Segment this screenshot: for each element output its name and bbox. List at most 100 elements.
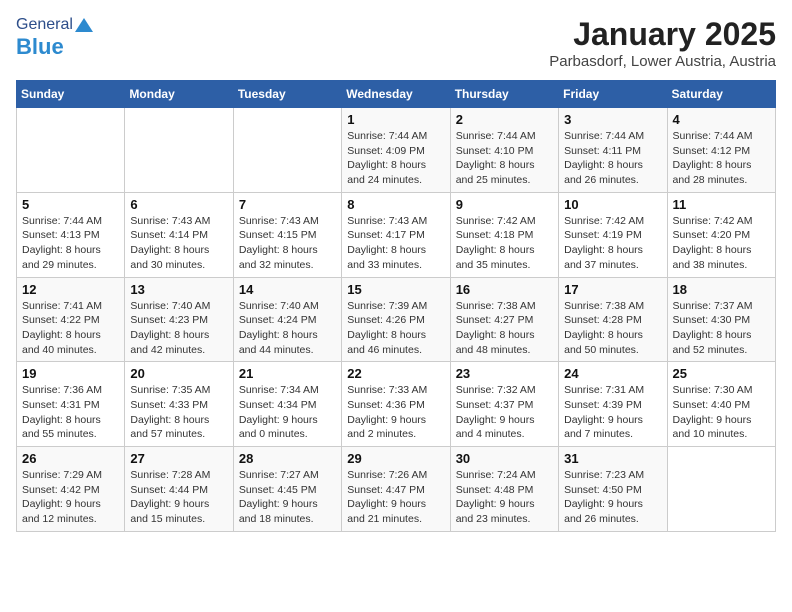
day-number: 30 bbox=[456, 451, 553, 466]
calendar-day-cell: 22 Sunrise: 7:33 AM Sunset: 4:36 PM Dayli… bbox=[342, 362, 450, 447]
day-of-week-header: Saturday bbox=[667, 81, 775, 108]
logo-general-text: General bbox=[16, 16, 73, 34]
calendar-day-cell bbox=[667, 447, 775, 532]
calendar-day-cell: 20 Sunrise: 7:35 AM Sunset: 4:33 PM Dayli… bbox=[125, 362, 233, 447]
calendar-day-cell: 25 Sunrise: 7:30 AM Sunset: 4:40 PM Dayli… bbox=[667, 362, 775, 447]
day-number: 14 bbox=[239, 282, 336, 297]
calendar-day-cell: 26 Sunrise: 7:29 AM Sunset: 4:42 PM Dayli… bbox=[17, 447, 125, 532]
calendar-day-cell: 24 Sunrise: 7:31 AM Sunset: 4:39 PM Dayli… bbox=[559, 362, 667, 447]
day-number: 17 bbox=[564, 282, 661, 297]
day-info: Sunrise: 7:43 AM Sunset: 4:14 PM Dayligh… bbox=[130, 214, 227, 273]
day-info: Sunrise: 7:42 AM Sunset: 4:20 PM Dayligh… bbox=[673, 214, 770, 273]
calendar-day-cell: 7 Sunrise: 7:43 AM Sunset: 4:15 PM Daylig… bbox=[233, 192, 341, 277]
day-info: Sunrise: 7:35 AM Sunset: 4:33 PM Dayligh… bbox=[130, 383, 227, 442]
day-number: 8 bbox=[347, 197, 444, 212]
day-info: Sunrise: 7:27 AM Sunset: 4:45 PM Dayligh… bbox=[239, 468, 336, 527]
day-number: 27 bbox=[130, 451, 227, 466]
day-number: 13 bbox=[130, 282, 227, 297]
day-info: Sunrise: 7:38 AM Sunset: 4:27 PM Dayligh… bbox=[456, 299, 553, 358]
calendar-day-cell: 29 Sunrise: 7:26 AM Sunset: 4:47 PM Dayli… bbox=[342, 447, 450, 532]
page-title: January 2025 bbox=[549, 16, 776, 53]
day-number: 3 bbox=[564, 112, 661, 127]
day-number: 1 bbox=[347, 112, 444, 127]
day-number: 11 bbox=[673, 197, 770, 212]
day-info: Sunrise: 7:23 AM Sunset: 4:50 PM Dayligh… bbox=[564, 468, 661, 527]
day-info: Sunrise: 7:29 AM Sunset: 4:42 PM Dayligh… bbox=[22, 468, 119, 527]
day-of-week-header: Tuesday bbox=[233, 81, 341, 108]
day-info: Sunrise: 7:37 AM Sunset: 4:30 PM Dayligh… bbox=[673, 299, 770, 358]
calendar-day-cell: 19Sunrise: 7:36 AM Sunset: 4:31 PM Dayli… bbox=[17, 362, 125, 447]
day-number: 21 bbox=[239, 366, 336, 381]
day-number: 12 bbox=[22, 282, 119, 297]
calendar-day-cell: 31 Sunrise: 7:23 AM Sunset: 4:50 PM Dayli… bbox=[559, 447, 667, 532]
day-info: Sunrise: 7:44 AM Sunset: 4:13 PM Dayligh… bbox=[22, 214, 119, 273]
day-info: Sunrise: 7:26 AM Sunset: 4:47 PM Dayligh… bbox=[347, 468, 444, 527]
logo: General Blue bbox=[16, 16, 93, 60]
day-of-week-header: Thursday bbox=[450, 81, 558, 108]
day-info: Sunrise: 7:33 AM Sunset: 4:36 PM Dayligh… bbox=[347, 383, 444, 442]
day-number: 29 bbox=[347, 451, 444, 466]
day-number: 9 bbox=[456, 197, 553, 212]
day-number: 5 bbox=[22, 197, 119, 212]
calendar-day-cell: 18 Sunrise: 7:37 AM Sunset: 4:30 PM Dayli… bbox=[667, 277, 775, 362]
day-number: 22 bbox=[347, 366, 444, 381]
day-info: Sunrise: 7:32 AM Sunset: 4:37 PM Dayligh… bbox=[456, 383, 553, 442]
calendar-day-cell: 17 Sunrise: 7:38 AM Sunset: 4:28 PM Dayli… bbox=[559, 277, 667, 362]
calendar-day-cell: 9 Sunrise: 7:42 AM Sunset: 4:18 PM Daylig… bbox=[450, 192, 558, 277]
day-number: 24 bbox=[564, 366, 661, 381]
day-info: Sunrise: 7:44 AM Sunset: 4:11 PM Dayligh… bbox=[564, 129, 661, 188]
day-number: 4 bbox=[673, 112, 770, 127]
day-info: Sunrise: 7:41 AM Sunset: 4:22 PM Dayligh… bbox=[22, 299, 119, 358]
day-of-week-header: Monday bbox=[125, 81, 233, 108]
day-info: Sunrise: 7:38 AM Sunset: 4:28 PM Dayligh… bbox=[564, 299, 661, 358]
day-number: 10 bbox=[564, 197, 661, 212]
calendar-day-cell: 23 Sunrise: 7:32 AM Sunset: 4:37 PM Dayli… bbox=[450, 362, 558, 447]
day-number: 15 bbox=[347, 282, 444, 297]
calendar-day-cell: 28 Sunrise: 7:27 AM Sunset: 4:45 PM Dayli… bbox=[233, 447, 341, 532]
day-info: Sunrise: 7:44 AM Sunset: 4:12 PM Dayligh… bbox=[673, 129, 770, 188]
calendar-table: SundayMondayTuesdayWednesdayThursdayFrid… bbox=[16, 80, 776, 532]
calendar-week-row: 5 Sunrise: 7:44 AM Sunset: 4:13 PM Daylig… bbox=[17, 192, 776, 277]
calendar-week-row: 26 Sunrise: 7:29 AM Sunset: 4:42 PM Dayli… bbox=[17, 447, 776, 532]
day-number: 2 bbox=[456, 112, 553, 127]
calendar-header-row: SundayMondayTuesdayWednesdayThursdayFrid… bbox=[17, 81, 776, 108]
logo-blue-text: Blue bbox=[16, 34, 64, 60]
day-info: Sunrise: 7:42 AM Sunset: 4:18 PM Dayligh… bbox=[456, 214, 553, 273]
day-info: Sunrise: 7:28 AM Sunset: 4:44 PM Dayligh… bbox=[130, 468, 227, 527]
logo-triangle-icon bbox=[75, 18, 93, 32]
day-info: Sunrise: 7:40 AM Sunset: 4:24 PM Dayligh… bbox=[239, 299, 336, 358]
day-number: 16 bbox=[456, 282, 553, 297]
calendar-week-row: 12 Sunrise: 7:41 AM Sunset: 4:22 PM Dayli… bbox=[17, 277, 776, 362]
calendar-day-cell: 13 Sunrise: 7:40 AM Sunset: 4:23 PM Dayli… bbox=[125, 277, 233, 362]
calendar-day-cell: 4 Sunrise: 7:44 AM Sunset: 4:12 PM Daylig… bbox=[667, 108, 775, 193]
day-info: Sunrise: 7:24 AM Sunset: 4:48 PM Dayligh… bbox=[456, 468, 553, 527]
day-number: 7 bbox=[239, 197, 336, 212]
day-number: 18 bbox=[673, 282, 770, 297]
calendar-day-cell: 10Sunrise: 7:42 AM Sunset: 4:19 PM Dayli… bbox=[559, 192, 667, 277]
day-info: Sunrise: 7:40 AM Sunset: 4:23 PM Dayligh… bbox=[130, 299, 227, 358]
day-number: 23 bbox=[456, 366, 553, 381]
calendar-day-cell: 11 Sunrise: 7:42 AM Sunset: 4:20 PM Dayli… bbox=[667, 192, 775, 277]
day-info: Sunrise: 7:31 AM Sunset: 4:39 PM Dayligh… bbox=[564, 383, 661, 442]
day-number: 6 bbox=[130, 197, 227, 212]
day-number: 31 bbox=[564, 451, 661, 466]
title-block: January 2025 Parbasdorf, Lower Austria, … bbox=[549, 16, 776, 70]
day-number: 26 bbox=[22, 451, 119, 466]
day-info: Sunrise: 7:30 AM Sunset: 4:40 PM Dayligh… bbox=[673, 383, 770, 442]
day-info: Sunrise: 7:44 AM Sunset: 4:10 PM Dayligh… bbox=[456, 129, 553, 188]
calendar-day-cell: 2 Sunrise: 7:44 AM Sunset: 4:10 PM Daylig… bbox=[450, 108, 558, 193]
calendar-day-cell: 27 Sunrise: 7:28 AM Sunset: 4:44 PM Dayli… bbox=[125, 447, 233, 532]
day-info: Sunrise: 7:34 AM Sunset: 4:34 PM Dayligh… bbox=[239, 383, 336, 442]
day-info: Sunrise: 7:36 AM Sunset: 4:31 PM Dayligh… bbox=[22, 383, 119, 442]
day-number: 20 bbox=[130, 366, 227, 381]
calendar-day-cell: 8Sunrise: 7:43 AM Sunset: 4:17 PM Daylig… bbox=[342, 192, 450, 277]
calendar-day-cell: 21 Sunrise: 7:34 AM Sunset: 4:34 PM Dayli… bbox=[233, 362, 341, 447]
page-subtitle: Parbasdorf, Lower Austria, Austria bbox=[549, 53, 776, 70]
day-number: 28 bbox=[239, 451, 336, 466]
day-info: Sunrise: 7:43 AM Sunset: 4:15 PM Dayligh… bbox=[239, 214, 336, 273]
calendar-day-cell bbox=[125, 108, 233, 193]
calendar-day-cell: 14 Sunrise: 7:40 AM Sunset: 4:24 PM Dayli… bbox=[233, 277, 341, 362]
day-number: 25 bbox=[673, 366, 770, 381]
calendar-day-cell: 5 Sunrise: 7:44 AM Sunset: 4:13 PM Daylig… bbox=[17, 192, 125, 277]
calendar-day-cell: 12 Sunrise: 7:41 AM Sunset: 4:22 PM Dayli… bbox=[17, 277, 125, 362]
